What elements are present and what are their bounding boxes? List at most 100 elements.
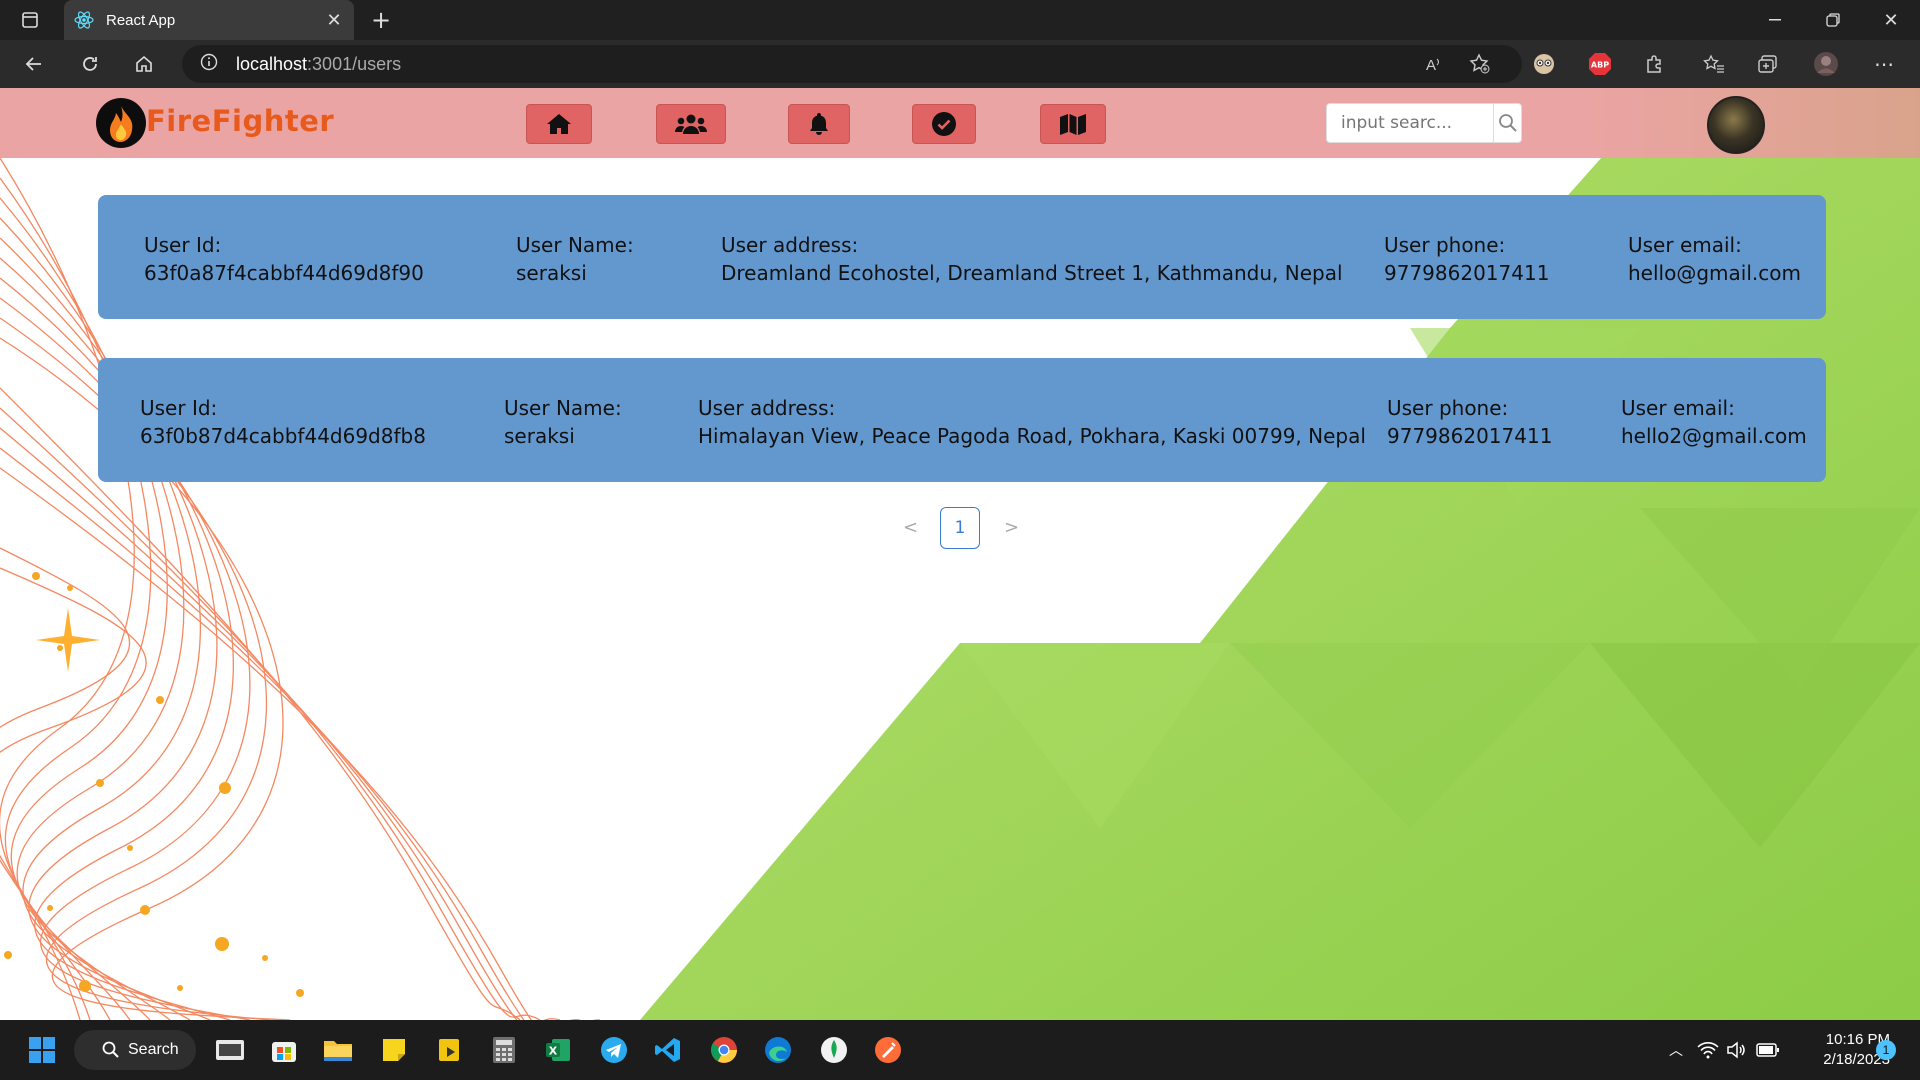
react-logo-icon	[74, 11, 94, 29]
svg-text:ABP: ABP	[1591, 61, 1609, 70]
users-icon	[675, 114, 707, 134]
restore-icon[interactable]	[1818, 0, 1848, 40]
user-card[interactable]: User Id: 63f0b87d4cabbf44d69d8fb8 User N…	[98, 358, 1826, 482]
telegram-icon[interactable]	[598, 1034, 630, 1066]
reload-icon[interactable]	[74, 48, 106, 80]
user-phone-value: 9779862017411	[1384, 261, 1550, 285]
minimize-icon[interactable]	[1760, 0, 1790, 40]
clock-time: 10:16 PM	[1825, 1031, 1890, 1048]
user-email-label: User email:	[1628, 233, 1742, 257]
volume-icon[interactable]	[1720, 1034, 1752, 1066]
user-id-value: 63f0a87f4cabbf44d69d8f90	[144, 261, 424, 285]
excel-icon[interactable]: X	[542, 1034, 574, 1066]
more-options-icon[interactable]: ⋯	[1870, 50, 1898, 78]
window-close-icon[interactable]: ✕	[1876, 0, 1906, 40]
sticky-notes-icon[interactable]	[378, 1034, 410, 1066]
search-icon	[102, 1041, 119, 1058]
taskbar-search-label: Search	[128, 1041, 179, 1058]
user-card[interactable]: User Id: 63f0a87f4cabbf44d69d8f90 User N…	[98, 195, 1826, 319]
pagination-next-button[interactable]: >	[1004, 517, 1019, 538]
user-email-field: User email: hello@gmail.com	[1628, 231, 1801, 287]
pagination-page-1[interactable]: 1	[940, 507, 980, 549]
vscode-icon[interactable]	[652, 1034, 684, 1066]
user-id-label: User Id:	[140, 396, 218, 420]
browser-tab-bar: React App ✕ + ✕	[0, 0, 1920, 40]
mongodb-compass-icon[interactable]	[818, 1034, 850, 1066]
pagination: < 1 >	[0, 507, 1920, 549]
user-email-field: User email: hello2@gmail.com	[1621, 394, 1807, 450]
pagination-prev-button[interactable]: <	[903, 517, 918, 538]
home-icon	[547, 114, 571, 134]
user-phone-field: User phone: 9779862017411	[1384, 231, 1549, 287]
map-icon	[1060, 114, 1086, 135]
profile-avatar-icon[interactable]	[1812, 50, 1840, 78]
taskbar-clock[interactable]: 10:16 PM 2/18/2023	[1790, 1030, 1890, 1070]
browser-tab[interactable]: React App ✕	[64, 0, 354, 40]
show-hidden-icons-icon[interactable]: ︿	[1660, 1034, 1692, 1066]
collections-icon[interactable]	[1754, 50, 1782, 78]
tab-actions-icon[interactable]	[14, 0, 46, 40]
nav-home-button[interactable]	[526, 104, 592, 144]
nav-map-button[interactable]	[1040, 104, 1106, 144]
chrome-icon[interactable]	[708, 1034, 740, 1066]
app-header: FireFighter	[0, 88, 1920, 158]
search-icon	[1498, 114, 1517, 132]
user-id-label: User Id:	[144, 233, 222, 257]
microsoft-store-icon[interactable]	[268, 1034, 300, 1066]
user-id-value: 63f0b87d4cabbf44d69d8fb8	[140, 424, 426, 448]
user-name-label: User Name:	[504, 396, 622, 420]
user-avatar[interactable]	[1707, 96, 1765, 154]
user-id-field: User Id: 63f0a87f4cabbf44d69d8f90	[144, 231, 424, 287]
nav-users-button[interactable]	[656, 104, 726, 144]
user-email-label: User email:	[1621, 396, 1735, 420]
tab-title: React App	[106, 11, 176, 29]
edge-icon[interactable]	[762, 1034, 794, 1066]
adblock-plus-icon[interactable]: ABP	[1586, 50, 1614, 78]
check-circle-icon	[932, 112, 956, 136]
favorite-add-icon[interactable]	[1466, 50, 1494, 78]
extension-owl-icon[interactable]	[1530, 50, 1558, 78]
app-logo-text[interactable]: FireFighter	[146, 104, 334, 138]
clock-date: 2/18/2023	[1823, 1051, 1890, 1068]
notification-badge[interactable]: 1	[1876, 1040, 1896, 1060]
taskbar-search-button[interactable]: Search	[74, 1030, 196, 1070]
calculator-icon[interactable]	[488, 1034, 520, 1066]
user-name-value: seraksi	[504, 424, 575, 448]
taskbar-app-photo-icon[interactable]	[214, 1034, 246, 1066]
home-browser-icon[interactable]	[128, 48, 160, 80]
user-phone-value: 9779862017411	[1387, 424, 1553, 448]
user-email-value: hello2@gmail.com	[1621, 424, 1807, 448]
user-phone-field: User phone: 9779862017411	[1387, 394, 1552, 450]
extensions-icon[interactable]	[1640, 50, 1668, 78]
media-player-icon[interactable]	[434, 1034, 466, 1066]
user-address-value: Dreamland Ecohostel, Dreamland Street 1,…	[721, 261, 1343, 285]
tab-close-icon[interactable]: ✕	[322, 10, 346, 31]
file-explorer-icon[interactable]	[322, 1034, 354, 1066]
user-id-field: User Id: 63f0b87d4cabbf44d69d8fb8	[140, 394, 426, 450]
user-address-label: User address:	[721, 233, 859, 257]
postman-icon[interactable]	[872, 1034, 904, 1066]
user-name-label: User Name:	[516, 233, 634, 257]
user-name-value: seraksi	[516, 261, 587, 285]
read-aloud-icon[interactable]: A	[1420, 50, 1448, 78]
nav-tasks-button[interactable]	[912, 104, 976, 144]
user-name-field: User Name: seraksi	[516, 231, 634, 287]
bell-icon	[810, 113, 828, 135]
windows-start-icon[interactable]	[26, 1034, 58, 1066]
user-phone-label: User phone:	[1387, 396, 1509, 420]
back-icon[interactable]	[18, 48, 50, 80]
favorites-icon[interactable]	[1700, 50, 1728, 78]
url-path: :3001/users	[307, 53, 402, 74]
new-tab-icon[interactable]: +	[366, 0, 396, 40]
nav-notifications-button[interactable]	[788, 104, 850, 144]
url-field[interactable]: localhost:3001/users	[182, 45, 1522, 83]
svg-text:X: X	[549, 1045, 558, 1058]
battery-icon[interactable]	[1752, 1034, 1784, 1066]
search-input[interactable]	[1327, 104, 1493, 142]
url-host: localhost	[236, 53, 308, 74]
user-email-value: hello@gmail.com	[1628, 261, 1801, 285]
search-button[interactable]	[1493, 104, 1521, 142]
user-address-field: User address: Dreamland Ecohostel, Dream…	[721, 231, 1343, 287]
site-info-icon[interactable]	[200, 53, 218, 76]
fire-logo-icon[interactable]	[96, 98, 146, 148]
